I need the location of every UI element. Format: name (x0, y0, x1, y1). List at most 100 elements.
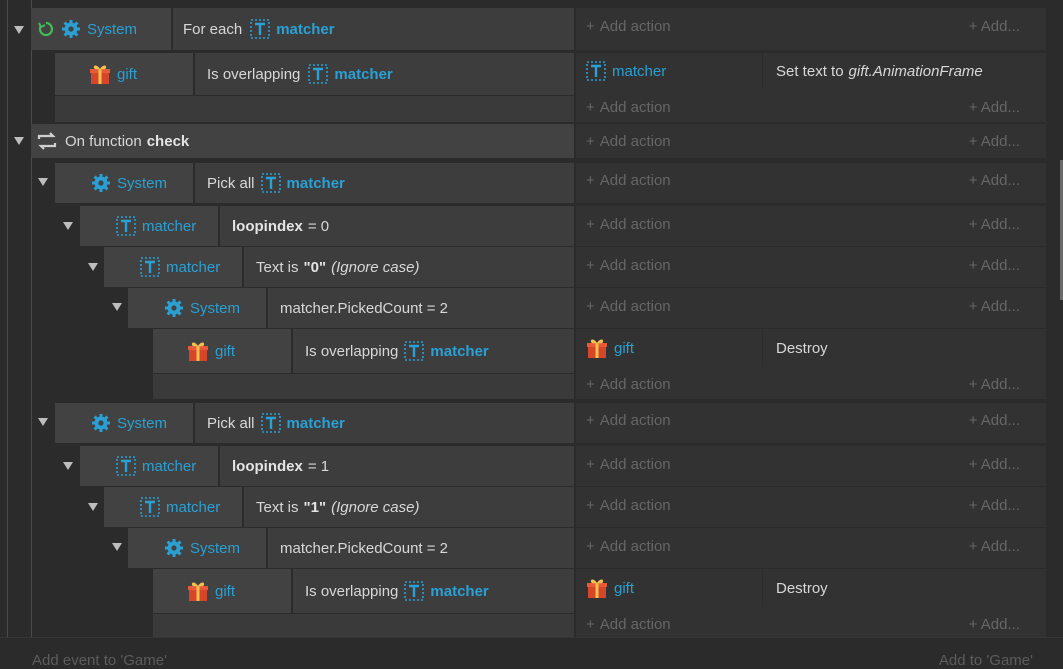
collapse-arrow-icon[interactable] (38, 178, 48, 186)
condition-text: Is overlapping (207, 65, 301, 83)
add-more-label: Add... (980, 257, 1020, 274)
add-action-button[interactable]: + Add action (586, 456, 671, 473)
action-object-name: matcher (612, 62, 667, 80)
add-action-button[interactable]: + Add action (586, 497, 671, 514)
collapse-arrow-icon[interactable] (88, 263, 98, 271)
add-more-label: Add... (980, 456, 1020, 473)
add-action-button[interactable]: + Add action (586, 216, 671, 233)
collapse-arrow-icon[interactable] (63, 462, 73, 470)
event-object-cell[interactable]: System (55, 403, 193, 443)
add-more-button[interactable]: + Add... (969, 99, 1020, 116)
collapse-arrow-icon[interactable] (112, 303, 122, 311)
add-more-button[interactable]: + Add... (969, 412, 1020, 429)
add-more-button[interactable]: + Add... (969, 456, 1020, 473)
condition-cell[interactable]: Pick all matcher (195, 163, 574, 203)
action-area: + Add action + Add... (576, 206, 1046, 246)
add-more-label: Add... (980, 538, 1020, 555)
collapse-arrow-icon[interactable] (88, 503, 98, 511)
condition-cell[interactable]: Text is "0" (Ignore case) (244, 247, 574, 287)
event-object-cell[interactable]: matcher (80, 206, 218, 246)
action-object-cell[interactable]: matcher (586, 53, 666, 89)
add-more-button[interactable]: + Add... (969, 538, 1020, 555)
event-object-cell[interactable]: System (55, 163, 193, 203)
add-action-label: Add action (599, 18, 671, 35)
event-object-cell[interactable]: matcher (104, 247, 242, 287)
condition-cell[interactable]: For each matcher (173, 8, 574, 50)
condition-cell[interactable]: Is overlapping matcher (293, 569, 574, 613)
event-object-cell[interactable]: matcher (104, 487, 242, 527)
add-action-button[interactable]: + Add action (586, 99, 671, 116)
add-action-button[interactable]: + Add action (586, 172, 671, 189)
gift-icon (188, 582, 208, 601)
add-more-label: Add... (980, 616, 1020, 633)
condition-cell[interactable]: Pick all matcher (195, 403, 574, 443)
action-object-cell[interactable]: gift (586, 569, 634, 607)
add-action-button[interactable]: + Add action (586, 376, 671, 393)
collapse-arrow-icon[interactable] (14, 26, 24, 34)
add-action-label: Add action (599, 298, 671, 315)
object-name: gift (117, 65, 138, 83)
event-object-cell[interactable]: System (31, 8, 171, 50)
condition-cell[interactable]: matcher.PickedCount = 2 (268, 528, 574, 568)
condition-text: = 1 (307, 457, 330, 475)
action-divider (762, 53, 763, 89)
add-action-label: Add action (599, 456, 671, 473)
add-more-button[interactable]: + Add... (969, 172, 1020, 189)
condition-text: Pick all (207, 414, 255, 432)
action-text: Destroy (776, 579, 828, 597)
add-action-button[interactable]: + Add action (586, 616, 671, 633)
object-name: matcher (142, 457, 197, 475)
condition-cell[interactable]: loopindex = 1 (220, 446, 574, 486)
add-more-button[interactable]: + Add... (969, 216, 1020, 233)
object-name: System (87, 20, 138, 38)
event-object-cell[interactable]: gift (153, 329, 291, 373)
function-header[interactable]: On function check (31, 124, 574, 158)
condition-cell[interactable]: loopindex = 0 (220, 206, 574, 246)
action-object-name: gift (614, 339, 635, 357)
condition-cell[interactable]: Text is "1" (Ignore case) (244, 487, 574, 527)
plus-icon: + (968, 133, 981, 150)
add-action-label: Add action (599, 257, 671, 274)
add-action-button[interactable]: + Add action (586, 257, 671, 274)
collapse-arrow-icon[interactable] (63, 222, 73, 230)
action-area: gift Destroy + Add action + Add... (576, 329, 1046, 399)
add-action-button[interactable]: + Add action (586, 18, 671, 35)
action-area: + Add action + Add... (576, 487, 1046, 527)
event-object-cell[interactable]: System (128, 528, 266, 568)
action-text: Set text to (776, 62, 844, 80)
add-more-button[interactable]: + Add... (969, 18, 1020, 35)
add-more-button[interactable]: + Add... (969, 257, 1020, 274)
action-text-cell[interactable]: Destroy (776, 329, 828, 367)
object-name: System (117, 174, 168, 192)
condition-cell[interactable]: Is overlapping matcher (195, 53, 574, 95)
action-text-cell[interactable]: Destroy (776, 569, 828, 607)
add-action-button[interactable]: + Add action (586, 538, 671, 555)
add-more-button[interactable]: + Add... (969, 298, 1020, 315)
condition-cell[interactable]: Is overlapping matcher (293, 329, 574, 373)
add-more-button[interactable]: + Add... (969, 133, 1020, 150)
text-object-icon (116, 456, 136, 476)
add-action-button[interactable]: + Add action (586, 298, 671, 315)
add-more-button[interactable]: + Add... (969, 616, 1020, 633)
action-object-cell[interactable]: gift (586, 329, 634, 367)
action-text-cell[interactable]: Set text to gift.AnimationFrame (776, 53, 983, 89)
add-action-button[interactable]: + Add action (586, 133, 671, 150)
add-action-button[interactable]: + Add action (586, 412, 671, 429)
collapse-arrow-icon[interactable] (112, 543, 122, 551)
event-object-cell[interactable]: System (128, 288, 266, 328)
add-more-button[interactable]: + Add... (969, 497, 1020, 514)
add-more-label: Add... (980, 298, 1020, 315)
gear-icon (92, 174, 110, 192)
condition-cell[interactable]: matcher.PickedCount = 2 (268, 288, 574, 328)
condition-object: matcher (276, 20, 335, 38)
collapse-arrow-icon[interactable] (38, 418, 48, 426)
event-object-cell[interactable]: gift (55, 53, 193, 95)
plus-icon: + (968, 412, 981, 429)
condition-text: matcher.PickedCount = 2 (280, 539, 449, 557)
text-object-icon (404, 341, 425, 361)
event-object-cell[interactable]: gift (153, 569, 291, 613)
collapse-arrow-icon[interactable] (14, 137, 24, 145)
plus-icon: + (968, 99, 981, 116)
add-more-button[interactable]: + Add... (969, 376, 1020, 393)
event-object-cell[interactable]: matcher (80, 446, 218, 486)
